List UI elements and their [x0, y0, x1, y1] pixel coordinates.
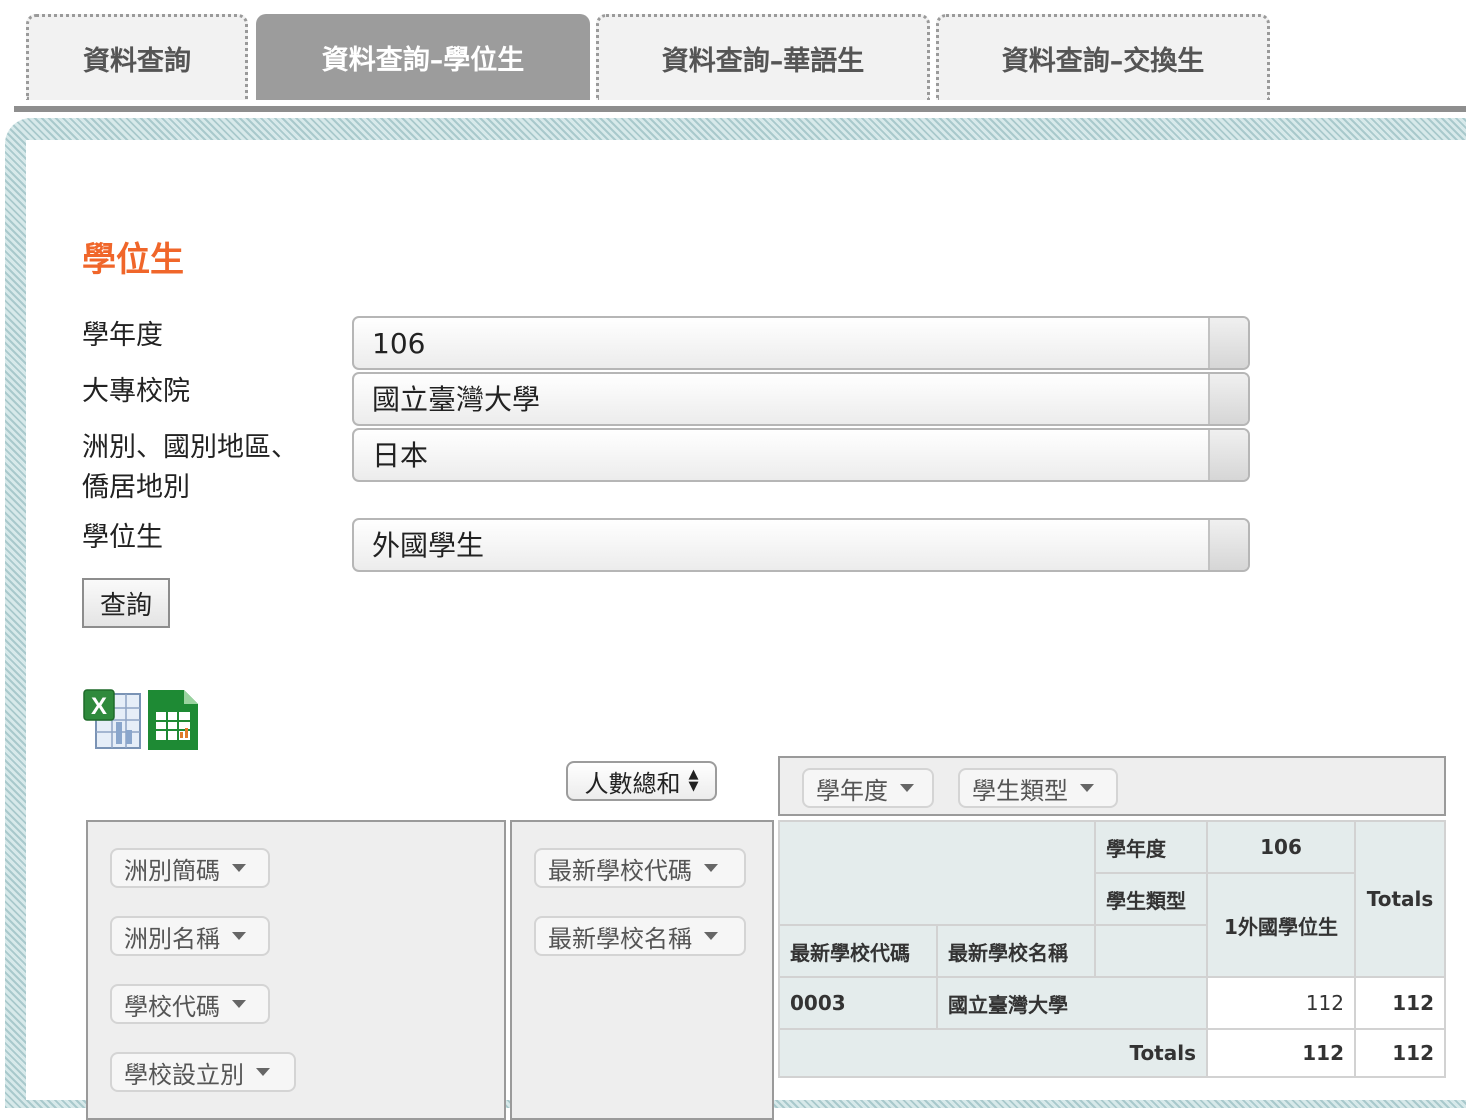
pivot-field-latest-school-name-label: 最新學校名稱: [548, 924, 692, 953]
pivot-field-latest-school-code-label: 最新學校代碼: [548, 856, 692, 885]
query-button[interactable]: 查詢: [82, 578, 170, 628]
caret-down-icon: [256, 1068, 270, 1076]
pivot-grand-total-cell: 112: [1354, 1028, 1446, 1078]
tab-data-query-chinese-language-students[interactable]: 資料查詢–華語生: [596, 14, 930, 100]
aggregator-select[interactable]: 人數總和 ▲ ▼: [566, 761, 717, 801]
section-title: 學位生: [82, 240, 184, 280]
degree-select-value: 外國學生: [372, 529, 485, 562]
pivot-row-total-cell: 112: [1354, 976, 1446, 1030]
pivot-column-fields-area[interactable]: 學年度 學生類型: [778, 756, 1446, 816]
table-row: 0003 國立臺灣大學 112 112: [778, 976, 1446, 1030]
region-select[interactable]: 日本: [352, 428, 1250, 482]
pivot-row-fields-area[interactable]: 最新學校代碼 最新學校名稱: [510, 820, 774, 1120]
caret-down-icon: [900, 784, 914, 792]
pivot-field-continent-name[interactable]: 洲別名稱: [110, 916, 270, 956]
region-label-line2: 僑居地別: [82, 472, 190, 503]
pivot-row-header-code: 最新學校代碼: [778, 924, 938, 978]
caret-down-icon: [1080, 784, 1094, 792]
region-label-line1: 洲別、國別地區、: [82, 432, 298, 463]
pivot-totals-row-label: Totals: [778, 1028, 1208, 1078]
caret-down-icon: [232, 864, 246, 872]
pivot-field-student-type-label: 學生類型: [972, 776, 1068, 805]
caret-down-icon: [704, 864, 718, 872]
pivot-col-header-totals: Totals: [1354, 820, 1446, 978]
tab-data-query[interactable]: 資料查詢: [26, 14, 248, 100]
region-select-dropdown-icon: [1208, 430, 1248, 480]
region-select-value: 日本: [372, 439, 429, 472]
year-select-value: 106: [372, 327, 426, 360]
pivot-col-header-type-value: 1外國學位生: [1206, 872, 1356, 978]
pivot-field-school-code[interactable]: 學校代碼: [110, 984, 270, 1024]
up-down-arrows-icon: ▲ ▼: [688, 767, 699, 794]
pivot-col-header-year-label: 學年度: [1094, 820, 1208, 874]
school-select-value: 國立臺灣大學: [372, 383, 541, 416]
pivot-empty-header-cell: [1094, 924, 1208, 978]
pivot-field-continent-code[interactable]: 洲別簡碼: [110, 848, 270, 888]
svg-text:X: X: [91, 693, 107, 720]
year-select[interactable]: 106: [352, 316, 1250, 370]
degree-select-dropdown-icon: [1208, 520, 1248, 570]
pivot-unused-fields-area[interactable]: 洲別簡碼 洲別名稱 學校代碼 學校設立別: [86, 820, 506, 1120]
pivot-field-latest-school-code[interactable]: 最新學校代碼: [534, 848, 746, 888]
pivot-table: 學年度 106 Totals 學生類型 1外國學位生 最新學校代碼 最新學校名稱…: [778, 820, 1446, 1078]
caret-down-icon: [232, 1000, 246, 1008]
school-select[interactable]: 國立臺灣大學: [352, 372, 1250, 426]
pivot-field-school-establishment[interactable]: 學校設立別: [110, 1052, 296, 1092]
pivot-corner-cell: [778, 820, 1096, 926]
caret-down-icon: [704, 932, 718, 940]
school-select-dropdown-icon: [1208, 374, 1248, 424]
year-select-dropdown-icon: [1208, 318, 1248, 368]
tab-data-query-degree-students[interactable]: 資料查詢–學位生: [256, 14, 590, 100]
pivot-row-code: 0003: [778, 976, 938, 1030]
school-label: 大專校院: [82, 376, 190, 407]
pivot-field-continent-name-label: 洲別名稱: [124, 924, 220, 953]
pivot-field-school-code-label: 學校代碼: [124, 992, 220, 1021]
degree-select[interactable]: 外國學生: [352, 518, 1250, 572]
pivot-col-header-type-label: 學生類型: [1094, 872, 1208, 926]
pivot-row-header-name: 最新學校名稱: [936, 924, 1096, 978]
pivot-field-continent-code-label: 洲別簡碼: [124, 856, 220, 885]
tab-data-query-exchange-students[interactable]: 資料查詢–交換生: [936, 14, 1270, 100]
pivot-field-student-type[interactable]: 學生類型: [958, 768, 1118, 808]
degree-label: 學位生: [82, 522, 163, 553]
pivot-value-cell: 112: [1206, 976, 1356, 1030]
excel-export-icon[interactable]: X: [82, 688, 142, 752]
pivot-col-header-year-value: 106: [1206, 820, 1356, 874]
caret-down-icon: [232, 932, 246, 940]
tab-divider: [14, 106, 1466, 112]
pivot-col-total-cell: 112: [1206, 1028, 1356, 1078]
totals-row: Totals 112 112: [778, 1028, 1446, 1078]
pivot-field-year-label: 學年度: [816, 776, 888, 805]
pivot-field-school-establishment-label: 學校設立別: [124, 1060, 244, 1089]
pivot-field-year[interactable]: 學年度: [802, 768, 934, 808]
aggregator-value: 人數總和: [584, 769, 681, 798]
spreadsheet-export-icon[interactable]: [146, 688, 200, 752]
pivot-field-latest-school-name[interactable]: 最新學校名稱: [534, 916, 746, 956]
pivot-row-name: 國立臺灣大學: [936, 976, 1208, 1030]
year-label: 學年度: [82, 320, 163, 351]
